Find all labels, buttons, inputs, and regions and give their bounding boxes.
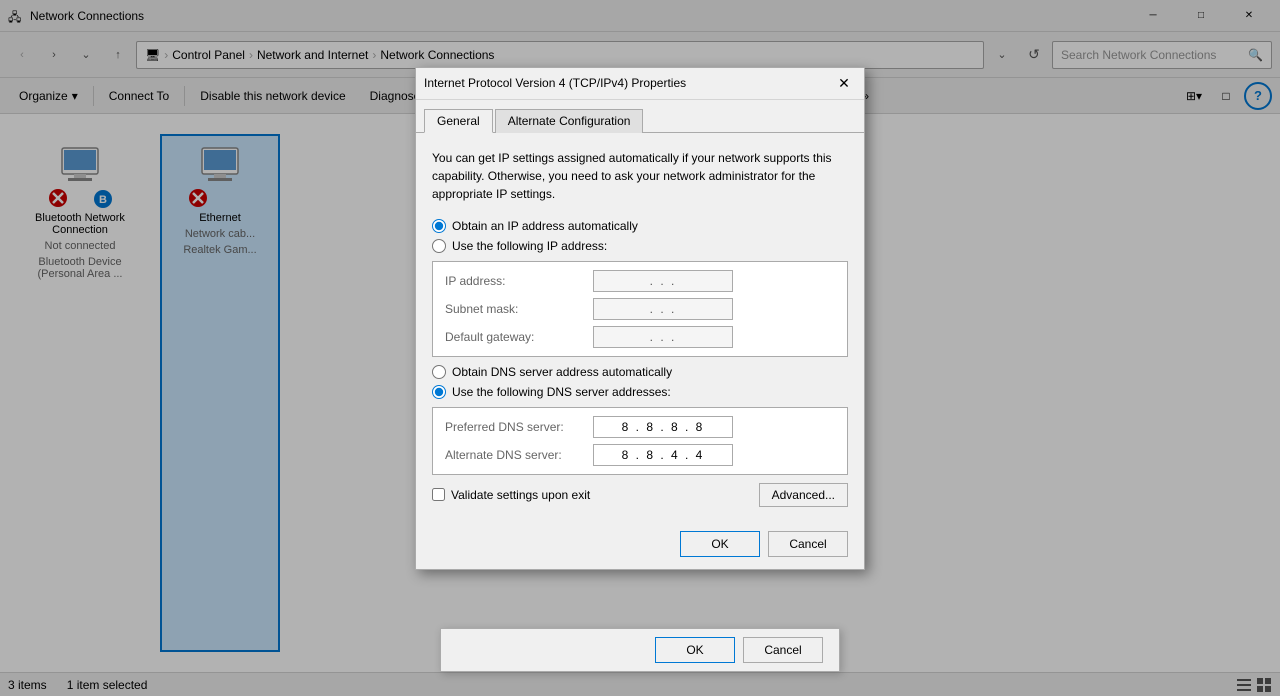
ip-address-label: IP address: — [445, 274, 585, 288]
gateway-label: Default gateway: — [445, 330, 585, 344]
dialog-description: You can get IP settings assigned automat… — [432, 149, 848, 203]
auto-dns-row: Obtain DNS server address automatically — [432, 365, 848, 379]
gateway-row: Default gateway: . . . — [445, 326, 835, 348]
auto-ip-radio[interactable] — [432, 219, 446, 233]
alternate-dns-input[interactable]: 8 . 8 . 4 . 4 — [593, 444, 733, 466]
preferred-dns-value: 8 . 8 . 8 . 8 — [622, 420, 705, 434]
dialog-close-button[interactable]: ✕ — [832, 71, 856, 95]
preferred-dns-label: Preferred DNS server: — [445, 420, 585, 434]
validate-checkbox[interactable] — [432, 488, 445, 501]
auto-ip-label[interactable]: Obtain an IP address automatically — [452, 219, 638, 233]
ip-address-row: IP address: . . . — [445, 270, 835, 292]
dialog-body: You can get IP settings assigned automat… — [416, 133, 864, 523]
dialog-tabs: General Alternate Configuration — [416, 100, 864, 133]
auto-ip-row: Obtain an IP address automatically — [432, 219, 848, 233]
validate-checkbox-row: Validate settings upon exit — [432, 488, 590, 502]
dns-fields-group: Preferred DNS server: 8 . 8 . 8 . 8 Alte… — [432, 407, 848, 475]
tab-general-label: General — [437, 114, 480, 128]
alternate-dns-label: Alternate DNS server: — [445, 448, 585, 462]
alternate-dns-value: 8 . 8 . 4 . 4 — [622, 448, 705, 462]
alternate-dns-row: Alternate DNS server: 8 . 8 . 4 . 4 — [445, 444, 835, 466]
ip-address-input[interactable]: . . . — [593, 270, 733, 292]
gateway-input[interactable]: . . . — [593, 326, 733, 348]
auto-dns-label[interactable]: Obtain DNS server address automatically — [452, 365, 672, 379]
validate-label[interactable]: Validate settings upon exit — [451, 488, 590, 502]
bottom-dialog-strip: OK Cancel — [440, 628, 840, 672]
bottom-ok-button[interactable]: OK — [655, 637, 735, 663]
subnet-mask-row: Subnet mask: . . . — [445, 298, 835, 320]
manual-dns-row: Use the following DNS server addresses: — [432, 385, 848, 399]
dialog-cancel-button[interactable]: Cancel — [768, 531, 848, 557]
advanced-button[interactable]: Advanced... — [759, 483, 848, 507]
manual-ip-row: Use the following IP address: — [432, 239, 848, 253]
subnet-mask-input[interactable]: . . . — [593, 298, 733, 320]
subnet-mask-label: Subnet mask: — [445, 302, 585, 316]
ip-address-dots: . . . — [650, 274, 677, 288]
tab-alternate[interactable]: Alternate Configuration — [495, 109, 644, 133]
ip-fields-group: IP address: . . . Subnet mask: . . . Def… — [432, 261, 848, 357]
tab-general[interactable]: General — [424, 109, 493, 133]
dialog-overlay: Internet Protocol Version 4 (TCP/IPv4) P… — [0, 0, 1280, 696]
dialog-buttons: OK Cancel — [416, 523, 864, 569]
manual-ip-radio[interactable] — [432, 239, 446, 253]
preferred-dns-input[interactable]: 8 . 8 . 8 . 8 — [593, 416, 733, 438]
tab-alternate-label: Alternate Configuration — [508, 114, 631, 128]
bottom-cancel-button[interactable]: Cancel — [743, 637, 823, 663]
gateway-dots: . . . — [650, 330, 677, 344]
manual-dns-label[interactable]: Use the following DNS server addresses: — [452, 385, 671, 399]
preferred-dns-row: Preferred DNS server: 8 . 8 . 8 . 8 — [445, 416, 835, 438]
dialog-title-bar: Internet Protocol Version 4 (TCP/IPv4) P… — [416, 68, 864, 100]
dialog-title: Internet Protocol Version 4 (TCP/IPv4) P… — [424, 76, 686, 90]
subnet-dots: . . . — [650, 302, 677, 316]
manual-dns-radio[interactable] — [432, 385, 446, 399]
auto-dns-radio[interactable] — [432, 365, 446, 379]
dialog-ok-button[interactable]: OK — [680, 531, 760, 557]
manual-ip-label[interactable]: Use the following IP address: — [452, 239, 607, 253]
tcp-ipv4-dialog: Internet Protocol Version 4 (TCP/IPv4) P… — [415, 67, 865, 570]
